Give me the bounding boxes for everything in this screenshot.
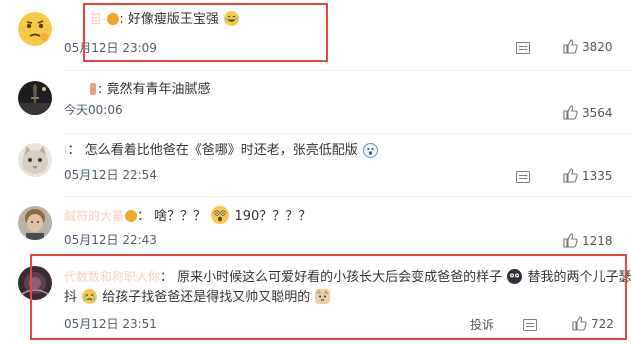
comment-time: 05月12日 22:54: [64, 168, 157, 182]
comment-text-line: I： 怎么看着比他爸在《爸哪》时还老，张亮低配版: [64, 141, 379, 160]
like-count: 1218: [582, 234, 613, 248]
vip-badge-icon: [125, 210, 138, 222]
comment-time: 05月12日 22:43: [64, 233, 157, 247]
comment-text: 竟然有青年油腻感: [106, 82, 211, 97]
thumbs-up-icon: [563, 105, 578, 120]
comment-list: 苗-: 好像瘦版王宝强 05月12日 23:09 3820 : 竟然有青年油腻感…: [0, 0, 631, 344]
comment-item: : 竟然有青年油腻感 今天00:06 3564: [0, 70, 631, 133]
thumbs-up-icon: [563, 39, 578, 54]
comment-item: 鹹符的大蕃 ： 啥？？？ 190？？？？ 05月12日 22:43 1218: [0, 196, 631, 254]
reply-icon[interactable]: [516, 42, 530, 54]
comment-text-line: : 竟然有青年油腻感: [90, 80, 211, 99]
avatar[interactable]: [18, 143, 52, 177]
highlight-box: [83, 3, 328, 62]
like-button[interactable]: 1335: [563, 168, 613, 183]
avatar[interactable]: [18, 81, 52, 115]
separator: ：: [137, 209, 151, 224]
avatar[interactable]: [18, 12, 52, 46]
separator: ：: [67, 143, 81, 158]
comment-text-2: 190？？？？: [234, 209, 312, 224]
username[interactable]: 鹹符的大蕃: [64, 209, 124, 223]
comment-time: 今天00:06: [64, 103, 123, 117]
username[interactable]: I: [64, 143, 68, 157]
comment-text: 啥？？？: [154, 209, 207, 224]
like-button[interactable]: 1218: [563, 233, 613, 248]
comment-text-line: 鹹符的大蕃 ： 啥？？？ 190？？？？: [64, 206, 311, 226]
shocked-emoji-icon: [362, 143, 378, 158]
thumbs-up-icon: [563, 168, 578, 183]
like-count: 3564: [582, 106, 613, 120]
reply-icon[interactable]: [516, 171, 530, 183]
badge-icon: [90, 83, 96, 95]
like-button[interactable]: 3820: [563, 39, 613, 54]
like-button[interactable]: 3564: [563, 105, 613, 120]
like-count: 3820: [582, 40, 613, 54]
avatar[interactable]: [18, 206, 52, 240]
highlight-box: [30, 254, 627, 340]
thumbs-up-icon: [563, 233, 578, 248]
separator: :: [98, 82, 103, 97]
like-count: 1335: [582, 169, 613, 183]
shocked-emoji-icon: [211, 206, 230, 224]
comment-text: 怎么看着比他爸在《爸哪》时还老，张亮低配版: [84, 143, 358, 158]
comment-item: I： 怎么看着比他爸在《爸哪》时还老，张亮低配版 05月12日 22:54 13…: [0, 133, 631, 196]
